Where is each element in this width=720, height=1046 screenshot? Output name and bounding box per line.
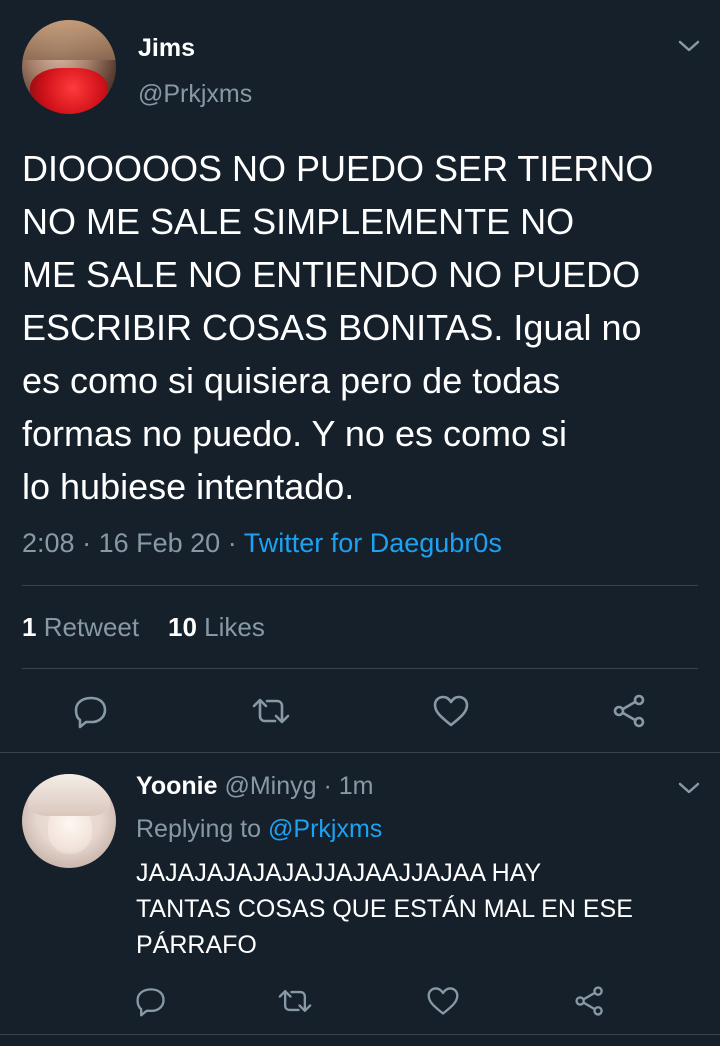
replying-label: Replying to bbox=[136, 815, 262, 843]
likes-count: 10 bbox=[168, 612, 197, 642]
bottom-divider bbox=[0, 1034, 720, 1035]
author-avatar[interactable] bbox=[22, 20, 116, 114]
reply-text: JAJAJAJAJAJAJJAJAAJJAJAA HAY TANTAS COSA… bbox=[136, 859, 633, 959]
meta-separator: · bbox=[323, 772, 332, 800]
share-icon[interactable] bbox=[610, 692, 650, 730]
section-divider bbox=[0, 752, 720, 753]
tweet-text: DIOOOOOS NO PUEDO SER TIERNO NO ME SALE … bbox=[22, 148, 654, 507]
tweet-meta: 2:08 · 16 Feb 20 · Twitter for Daegubr0s bbox=[22, 528, 502, 559]
retweet-stat[interactable]: 1 Retweet bbox=[22, 612, 139, 642]
avatar-scarf bbox=[30, 68, 108, 114]
reply-icon[interactable] bbox=[134, 984, 168, 1018]
retweet-label: Retweet bbox=[43, 612, 140, 642]
reply-author-name[interactable]: Yoonie bbox=[136, 772, 217, 800]
avatar-hair bbox=[22, 20, 116, 60]
author-name[interactable]: Jims bbox=[138, 34, 195, 63]
reply-author-avatar[interactable] bbox=[22, 774, 116, 868]
tweet-source-link[interactable]: Twitter for Daegubr0s bbox=[244, 528, 502, 558]
retweet-count: 1 bbox=[22, 612, 37, 642]
retweet-icon[interactable] bbox=[250, 692, 292, 730]
divider bbox=[22, 668, 698, 669]
meta-separator: · bbox=[82, 528, 92, 558]
retweet-icon[interactable] bbox=[276, 984, 314, 1018]
reply-author-handle[interactable]: @Minyg bbox=[224, 772, 316, 800]
likes-stat[interactable]: 10 Likes bbox=[168, 612, 265, 642]
avatar-hair bbox=[28, 774, 110, 816]
tweet-stats: 1 Retweet 10 Likes bbox=[22, 612, 265, 643]
author-handle[interactable]: @Prkjxms bbox=[138, 80, 252, 109]
reply-time: 1m bbox=[338, 772, 374, 800]
replying-to: Replying to @Prkjxms bbox=[136, 815, 382, 844]
reply-icon[interactable] bbox=[72, 692, 110, 730]
share-icon[interactable] bbox=[572, 984, 608, 1018]
tweet-time: 2:08 bbox=[22, 528, 75, 558]
likes-label: Likes bbox=[204, 612, 265, 642]
reply-header: Yoonie @Minyg · 1m bbox=[136, 772, 373, 801]
chevron-down-icon[interactable] bbox=[676, 36, 702, 56]
replying-handle-link[interactable]: @Prkjxms bbox=[268, 815, 382, 843]
like-icon[interactable] bbox=[425, 984, 461, 1018]
tweet-date: 16 Feb 20 bbox=[98, 528, 221, 558]
meta-separator: · bbox=[227, 528, 237, 558]
like-icon[interactable] bbox=[431, 692, 471, 730]
chevron-down-icon[interactable] bbox=[676, 778, 702, 798]
divider bbox=[22, 585, 698, 586]
